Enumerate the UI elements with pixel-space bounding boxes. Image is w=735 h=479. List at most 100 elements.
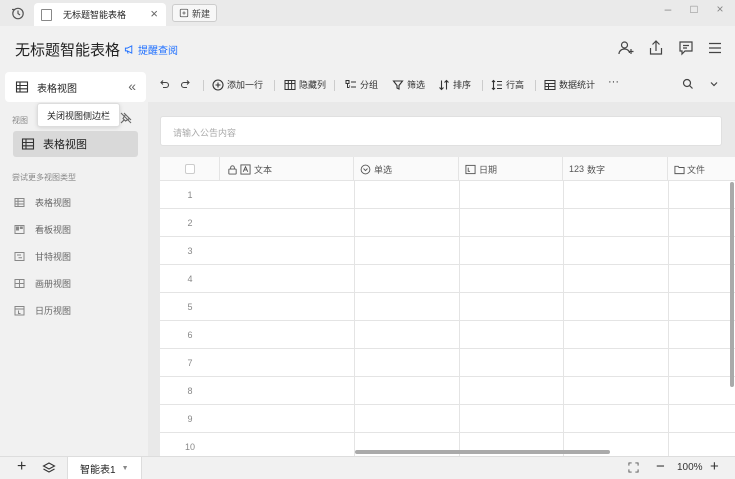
column-header-date[interactable]: 日期 [459,157,563,181]
row-height-button[interactable]: 行高 [491,78,524,91]
column-label: 日期 [479,164,498,175]
sheet-menu-caret[interactable]: ▼ [122,465,129,472]
column-header-file[interactable]: 文件 [668,157,735,181]
zoom-out-button[interactable]: − [656,458,665,475]
filter-button[interactable]: 筛选 [392,78,425,91]
row-number: 7 [187,358,193,368]
view-type-label: 甘特视图 [35,251,72,262]
row-number: 8 [187,386,193,396]
redo-icon [180,80,190,89]
document-title[interactable]: 无标题智能表格 [15,39,120,60]
row-height-label: 行高 [506,80,525,90]
try-more-views-label: 尝试更多视图类型 [12,173,76,182]
group-button[interactable]: 分组 [345,78,378,91]
column-header-single-select[interactable]: 单选 [354,157,459,181]
data-stats-button[interactable]: 数据统计 [544,78,595,91]
new-doc-icon [179,8,189,18]
pin-icon[interactable] [119,111,133,125]
announcement-input[interactable]: 请输入公告内容 [160,116,722,146]
history-icon[interactable] [10,5,26,21]
select-all-checkbox[interactable] [185,164,195,174]
add-collaborator-icon[interactable] [617,39,635,57]
table-row[interactable]: 4 [160,265,735,293]
add-row-label: 添加一行 [227,80,264,90]
table-row[interactable]: 1 [160,181,735,209]
grid-area: 请输入公告内容 文本 单选 日期 123 数字 文件 1 2 3 4 5 6 7… [148,102,735,456]
gantt-icon [14,251,25,262]
number-field-icon: 123 [569,164,585,174]
stats-table-icon [544,79,556,90]
toolbar-divider [203,80,204,91]
fit-screen-button[interactable] [628,462,639,473]
zoom-in-button[interactable]: + [710,458,719,475]
close-tab-icon[interactable]: × [150,7,158,21]
menu-icon[interactable] [706,39,724,57]
view-type-kanban[interactable]: 看板视图 [14,221,71,237]
column-label: 单选 [374,164,393,175]
new-button[interactable]: 新建 [172,4,218,22]
view-switcher[interactable]: 表格视图 « [5,72,146,102]
undo-icon [160,80,170,89]
kanban-icon [14,224,25,235]
table-row[interactable]: 6 [160,321,735,349]
column-label: 数字 [587,164,606,175]
add-row-button[interactable]: 添加一行 [212,78,263,91]
sort-button[interactable]: 排序 [438,78,471,91]
horizontal-scrollbar[interactable] [355,450,610,454]
table-row[interactable]: 3 [160,237,735,265]
lock-icon [228,164,237,175]
filter-label: 筛选 [407,80,426,90]
zoom-level: 100% [677,462,703,473]
column-label: 文本 [254,164,273,175]
column-header-text[interactable]: 文本 [220,157,354,181]
close-window-button[interactable]: × [710,0,730,18]
remind-button[interactable]: 提醒查阅 [124,42,178,57]
column-header-number[interactable]: 123 数字 [563,157,668,181]
vertical-scrollbar[interactable] [730,182,734,387]
date-field-icon [465,164,476,174]
select-all-cell[interactable] [160,157,220,181]
grid-icon [21,137,35,151]
view-sidebar: 表格视图 « 关闭视图侧边栏 视图 表格视图 尝试更多视图类型 表格视图 看板视… [0,69,148,456]
undo-button[interactable] [158,78,170,90]
remind-label: 提醒查阅 [138,46,178,57]
active-view-item[interactable]: 表格视图 [13,131,138,157]
collapse-sidebar-icon[interactable]: « [128,78,136,94]
row-number: 1 [187,190,193,200]
maximize-button[interactable]: □ [684,0,704,18]
sheet-bar: + 智能表1 ▼ − 100% + [0,456,735,479]
view-type-grid[interactable]: 表格视图 [14,194,71,210]
redo-button[interactable] [180,78,192,90]
add-sheet-button[interactable]: + [17,458,26,476]
grid-header-row: 文本 单选 日期 123 数字 文件 [160,157,735,181]
hide-columns-label: 隐藏列 [299,80,327,90]
table-row[interactable]: 7 [160,349,735,377]
expand-icon [628,462,639,473]
chevron-down-icon [710,82,718,87]
table-row[interactable]: 8 [160,377,735,405]
view-type-gantt[interactable]: 甘特视图 [14,248,71,264]
search-button[interactable] [682,78,694,90]
more-options-button[interactable]: ··· [608,76,619,88]
megaphone-icon [124,45,133,54]
toolbar-expand-button[interactable] [708,78,720,90]
single-select-icon [360,164,371,174]
table-row[interactable]: 5 [160,293,735,321]
comment-icon[interactable] [677,39,695,57]
minimize-button[interactable]: – [658,0,678,18]
view-type-calendar[interactable]: 日历视图 [14,302,71,318]
grid-icon [15,80,29,94]
sheet-list-button[interactable] [42,461,56,475]
hide-columns-button[interactable]: 隐藏列 [284,78,326,91]
tab-title: 无标题智能表格 [63,10,127,20]
share-icon[interactable] [647,39,665,57]
table-row[interactable]: 2 [160,209,735,237]
table-row[interactable]: 9 [160,405,735,433]
sheet-name: 智能表1 [80,464,116,476]
new-button-label: 新建 [192,8,211,19]
toolbar-divider [535,80,536,91]
view-type-gallery[interactable]: 画册视图 [14,275,71,291]
sheet-tab[interactable]: 智能表1 ▼ [67,457,142,479]
document-tab[interactable]: 无标题智能表格 × [34,3,166,26]
layers-icon [42,462,56,473]
